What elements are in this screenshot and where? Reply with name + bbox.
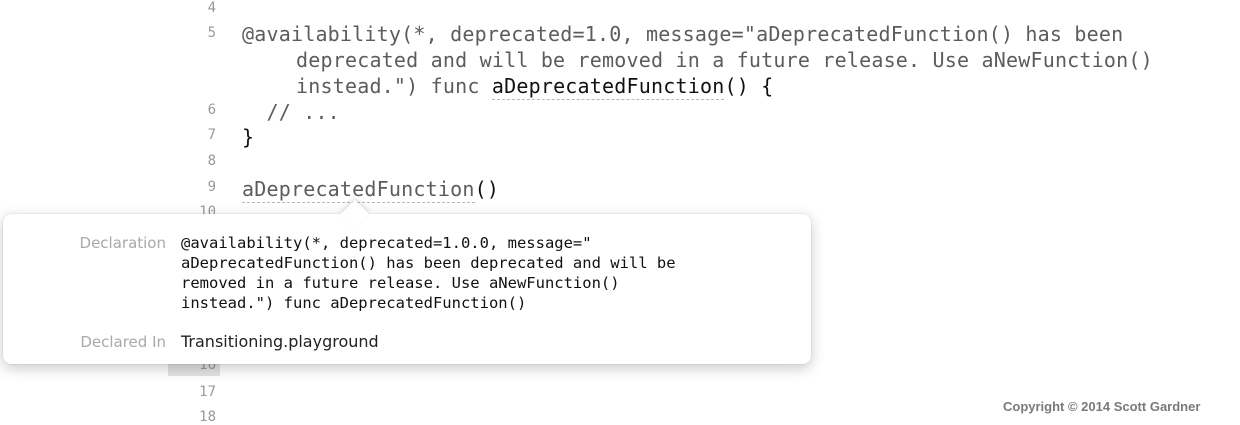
code-text: () (474, 177, 500, 201)
line-number: 6 (207, 102, 216, 118)
code-text: () { (724, 74, 774, 98)
copyright-notice: Copyright © 2014 Scott Gardner (1003, 399, 1201, 414)
line-number: 4 (207, 0, 216, 16)
line-number: 8 (207, 153, 216, 169)
line-number: 9 (207, 179, 216, 195)
declaration-text: @availability(*, deprecated=1.0.0, messa… (181, 234, 676, 312)
code-line-closing-brace[interactable]: } (242, 125, 254, 149)
line-number: 17 (199, 384, 216, 400)
line-number: 7 (207, 127, 216, 143)
declared-in-link[interactable]: Transitioning.playground (181, 332, 379, 351)
declared-in-label: Declared In (80, 333, 166, 351)
quick-help-popover: Declaration @availability(*, deprecated=… (3, 199, 811, 364)
code-line-continuation[interactable]: deprecated and will be removed in a futu… (296, 48, 1153, 72)
code-line-func-declaration[interactable]: instead.") func aDeprecatedFunction() { (296, 74, 774, 100)
line-number: 5 (207, 25, 216, 41)
function-name-token[interactable]: aDeprecatedFunction (491, 74, 725, 100)
code-line-availability[interactable]: @availability(*, deprecated=1.0, message… (242, 22, 1123, 46)
code-line-call[interactable]: aDeprecatedFunction() (242, 177, 500, 203)
declaration-label: Declaration (79, 234, 166, 252)
line-number: 18 (199, 409, 216, 425)
function-call-token[interactable]: aDeprecatedFunction (242, 177, 475, 203)
code-line-comment[interactable]: // ... (242, 100, 340, 124)
code-text: instead.") func (296, 74, 492, 98)
